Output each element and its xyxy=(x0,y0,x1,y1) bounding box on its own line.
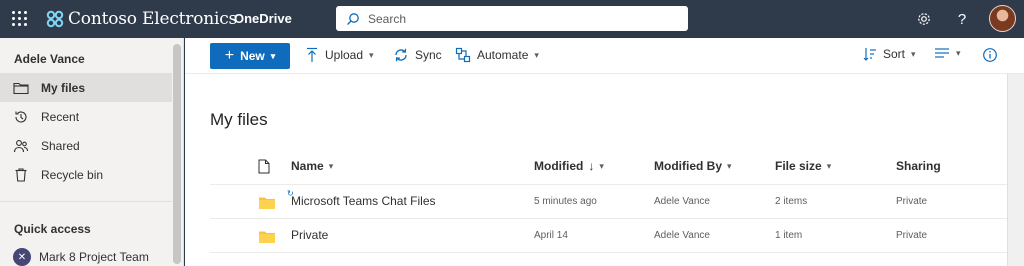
list-view-icon xyxy=(935,48,949,58)
upload-icon xyxy=(307,47,317,62)
sidebar-item-label: Recent xyxy=(41,109,80,124)
chevron-down-icon: ▾ xyxy=(534,49,539,60)
automate-button[interactable]: Automate ▾ xyxy=(455,47,539,63)
sidebar-item-label: My files xyxy=(41,80,86,95)
chevron-down-icon: ▾ xyxy=(270,50,276,61)
column-header-label: Sharing xyxy=(896,159,941,173)
upload-button[interactable]: Upload ▾ xyxy=(305,47,374,63)
page-title: My files xyxy=(210,110,268,129)
file-name[interactable]: Microsoft Teams Chat Files xyxy=(291,194,436,208)
sidebar-item-label: Recycle bin xyxy=(41,167,104,182)
table-row[interactable]: Private April 14 Adele Vance 1 item Priv… xyxy=(210,219,1007,253)
modified-date: April 14 xyxy=(534,230,568,241)
help-icon[interactable]: ? xyxy=(952,9,972,29)
main-scrollbar[interactable] xyxy=(1007,74,1024,266)
file-size: 1 item xyxy=(775,230,803,241)
column-header-label: File size xyxy=(775,159,822,173)
file-type-column-header[interactable] xyxy=(258,159,270,174)
automate-label: Automate xyxy=(477,48,529,62)
history-icon xyxy=(15,110,27,122)
sidebar-item-recent[interactable]: Recent xyxy=(0,102,172,131)
file-size: 2 items xyxy=(775,196,808,207)
brand-name: Contoso Electronics xyxy=(68,9,238,29)
folder-icon xyxy=(13,82,29,94)
chevron-down-icon: ▾ xyxy=(956,47,961,58)
sync-icon xyxy=(395,48,407,62)
plus-icon: + xyxy=(224,47,235,64)
column-header-label: Modified xyxy=(534,159,584,173)
sidebar-item-label: Shared xyxy=(41,138,80,153)
search-icon xyxy=(347,12,359,25)
left-navigation: Adele Vance My files Recent Shared Recyc… xyxy=(0,38,184,266)
sort-button[interactable]: Sort ▾ xyxy=(863,47,916,61)
sort-icon xyxy=(863,48,876,61)
user-name: Adele Vance xyxy=(14,52,85,66)
sort-label: Sort xyxy=(883,47,906,61)
view-options-button[interactable]: ▾ xyxy=(934,47,961,59)
automate-flow-icon xyxy=(455,47,471,63)
chevron-down-icon: ▾ xyxy=(599,160,604,171)
file-name[interactable]: Private xyxy=(291,228,328,242)
quick-access-title: Quick access xyxy=(14,222,91,236)
info-button[interactable] xyxy=(982,47,998,63)
sharing-status: Private xyxy=(896,196,928,207)
chevron-down-icon: ▾ xyxy=(911,48,916,59)
chevron-down-icon: ▾ xyxy=(328,160,334,171)
people-icon xyxy=(13,139,29,152)
suite-header: Contoso Electronics OneDrive ? xyxy=(0,0,1024,38)
search-input[interactable] xyxy=(368,11,668,26)
column-header-sharing[interactable]: Sharing xyxy=(896,159,941,173)
column-header-label: Modified By xyxy=(654,159,722,173)
document-icon xyxy=(258,159,270,174)
command-bar: + New ▾ Upload ▾ Sync Automate ▾ Sort ▾ … xyxy=(185,38,1024,74)
new-button-label: New xyxy=(240,49,265,63)
new-button[interactable]: + New ▾ xyxy=(210,43,290,69)
modified-date: 5 minutes ago xyxy=(534,196,597,207)
nav-scrollbar[interactable] xyxy=(173,44,181,264)
sidebar-item-shared[interactable]: Shared xyxy=(0,131,172,160)
contoso-logo-icon xyxy=(46,10,64,28)
upload-label: Upload xyxy=(325,48,364,62)
folder-icon xyxy=(259,231,275,243)
sort-descending-arrow-icon: ↓ xyxy=(588,159,595,173)
quick-access-item[interactable]: ✕ Mark 8 Project Team xyxy=(13,248,149,266)
column-header-name[interactable]: Name ▾ xyxy=(291,159,333,173)
folder-icon xyxy=(259,197,275,209)
quick-access-label: Mark 8 Project Team xyxy=(39,250,149,264)
table-row[interactable]: ↻ Microsoft Teams Chat Files 5 minutes a… xyxy=(210,185,1007,219)
column-header-modified-by[interactable]: Modified By ▾ xyxy=(654,159,732,173)
sync-button[interactable]: Sync xyxy=(393,47,442,63)
app-launcher-icon[interactable] xyxy=(10,9,30,29)
chevron-down-icon: ▾ xyxy=(369,49,374,60)
info-icon xyxy=(983,48,997,62)
sync-label: Sync xyxy=(415,48,442,62)
chevron-down-icon: ▾ xyxy=(826,160,832,171)
chevron-down-icon: ▾ xyxy=(727,160,732,171)
nav-divider xyxy=(0,201,172,202)
sharing-status: Private xyxy=(896,230,928,241)
sidebar-item-recycle-bin[interactable]: Recycle bin xyxy=(0,160,172,189)
modified-by: Adele Vance xyxy=(654,230,710,241)
brand-logo[interactable]: Contoso Electronics xyxy=(46,6,237,32)
modified-by: Adele Vance xyxy=(654,196,710,207)
app-name[interactable]: OneDrive xyxy=(234,11,292,26)
search-box[interactable] xyxy=(336,6,688,31)
avatar[interactable] xyxy=(989,5,1016,32)
column-header-label: Name xyxy=(291,159,324,173)
sidebar-item-my-files[interactable]: My files xyxy=(0,73,172,102)
column-header-file-size[interactable]: File size ▾ xyxy=(775,159,831,173)
column-header-modified[interactable]: Modified ↓ ▾ xyxy=(534,159,604,173)
team-site-icon: ✕ xyxy=(13,248,31,266)
main-content: + New ▾ Upload ▾ Sync Automate ▾ Sort ▾ … xyxy=(185,38,1024,266)
settings-gear-icon[interactable] xyxy=(914,9,934,29)
trash-icon xyxy=(15,167,27,182)
